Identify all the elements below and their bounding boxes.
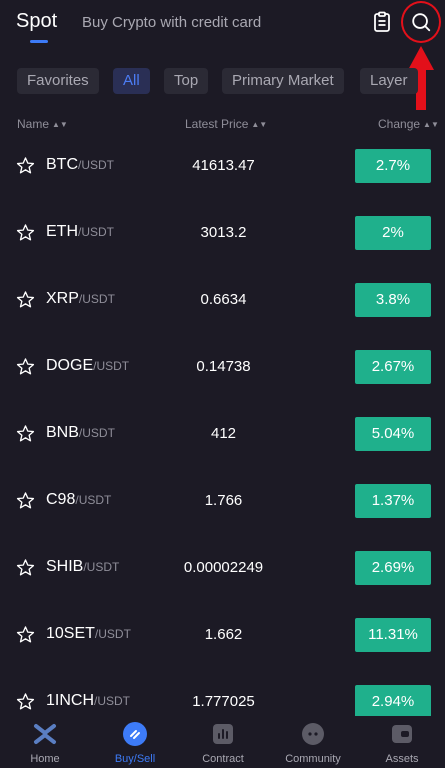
nav-buy-sell[interactable]: Buy/Sell — [95, 716, 175, 768]
sort-icon: ▲▼ — [52, 120, 68, 129]
tab-buy-crypto[interactable]: Buy Crypto with credit card — [82, 14, 261, 31]
star-icon[interactable] — [16, 357, 35, 376]
star-icon[interactable] — [16, 290, 35, 309]
star-icon[interactable] — [16, 156, 35, 175]
pair-symbol: C98/USDT — [46, 491, 112, 508]
change-badge[interactable]: 2.69% — [355, 551, 431, 585]
filter-all[interactable]: All — [113, 68, 150, 94]
column-change[interactable]: Change ▲▼ — [378, 117, 439, 131]
pair-symbol: 1INCH/USDT — [46, 692, 131, 709]
nav-assets[interactable]: Assets — [362, 716, 442, 768]
pair-symbol: BNB/USDT — [46, 424, 115, 441]
pair-price: 0.00002249 — [183, 559, 264, 576]
search-button[interactable] — [401, 1, 441, 43]
star-icon[interactable] — [16, 558, 35, 577]
clipboard-icon — [374, 11, 390, 32]
pair-symbol: BTC/USDT — [46, 156, 114, 173]
top-header: Spot Buy Crypto with credit card — [0, 0, 445, 56]
change-badge[interactable]: 2.67% — [355, 350, 431, 384]
pair-symbol: 10SET/USDT — [46, 625, 131, 642]
column-change-label: Change — [378, 117, 421, 131]
filter-top[interactable]: Top — [164, 68, 209, 94]
filter-primary-market[interactable]: Primary Market — [222, 68, 344, 94]
pair-price: 1.766 — [204, 492, 243, 509]
star-icon[interactable] — [16, 692, 35, 711]
search-icon — [412, 13, 431, 32]
community-icon — [302, 723, 324, 745]
star-icon[interactable] — [16, 625, 35, 644]
contract-icon — [213, 724, 233, 744]
orders-button[interactable] — [370, 10, 394, 34]
table-row[interactable]: BTC/USDT 41613.47 2.7% — [0, 132, 445, 199]
bottom-nav: Home Buy/Sell Contract Community Assets — [0, 716, 445, 768]
pair-price: 41613.47 — [192, 157, 255, 174]
table-row[interactable]: 10SET/USDT 1.662 11.31% — [0, 601, 445, 668]
pair-price: 0.6634 — [200, 291, 247, 308]
change-badge[interactable]: 5.04% — [355, 417, 431, 451]
table-row[interactable]: DOGE/USDT 0.14738 2.67% — [0, 333, 445, 400]
buy-sell-icon — [123, 722, 147, 746]
column-latest-price[interactable]: Latest Price ▲▼ — [185, 117, 267, 131]
nav-home-label: Home — [30, 753, 60, 765]
table-row[interactable]: XRP/USDT 0.6634 3.8% — [0, 266, 445, 333]
nav-community[interactable]: Community — [273, 716, 353, 768]
home-icon — [34, 724, 56, 744]
column-name[interactable]: Name ▲▼ — [17, 117, 68, 131]
nav-home[interactable]: Home — [5, 716, 85, 768]
filter-layer[interactable]: Layer — [360, 68, 418, 94]
pair-symbol: ETH/USDT — [46, 223, 114, 240]
change-badge[interactable]: 1.37% — [355, 484, 431, 518]
filter-favorites[interactable]: Favorites — [17, 68, 99, 94]
pair-price: 3013.2 — [200, 224, 247, 241]
star-icon[interactable] — [16, 424, 35, 443]
column-price-label: Latest Price — [185, 117, 249, 131]
table-row[interactable]: ETH/USDT 3013.2 2% — [0, 199, 445, 266]
table-row[interactable]: SHIB/USDT 0.00002249 2.69% — [0, 534, 445, 601]
change-badge[interactable]: 2.7% — [355, 149, 431, 183]
table-row[interactable]: BNB/USDT 412 5.04% — [0, 400, 445, 467]
pair-price: 412 — [210, 425, 237, 442]
pair-price: 1.777025 — [192, 693, 255, 710]
nav-community-label: Community — [285, 753, 341, 765]
nav-contract[interactable]: Contract — [183, 716, 263, 768]
pair-symbol: XRP/USDT — [46, 290, 115, 307]
star-icon[interactable] — [16, 491, 35, 510]
change-badge[interactable]: 2% — [355, 216, 431, 250]
change-badge[interactable]: 3.8% — [355, 283, 431, 317]
column-name-label: Name — [17, 117, 50, 131]
change-badge[interactable]: 2.94% — [355, 685, 431, 719]
tab-spot[interactable]: Spot — [16, 10, 57, 33]
sort-icon: ▲▼ — [251, 120, 268, 129]
star-icon[interactable] — [16, 223, 35, 242]
sort-icon: ▲▼ — [423, 120, 439, 129]
pair-price: 0.14738 — [196, 358, 251, 375]
nav-buy-sell-label: Buy/Sell — [114, 753, 156, 765]
nav-assets-label: Assets — [385, 753, 419, 765]
nav-contract-label: Contract — [202, 753, 244, 765]
change-badge[interactable]: 11.31% — [355, 618, 431, 652]
pair-price: 1.662 — [204, 626, 243, 643]
pair-symbol: DOGE/USDT — [46, 357, 130, 374]
pair-symbol: SHIB/USDT — [46, 558, 120, 575]
table-row[interactable]: C98/USDT 1.766 1.37% — [0, 467, 445, 534]
assets-icon — [392, 725, 412, 743]
active-tab-indicator — [30, 40, 48, 43]
filter-bar: Favorites All Top Primary Market Layer — [0, 68, 445, 96]
